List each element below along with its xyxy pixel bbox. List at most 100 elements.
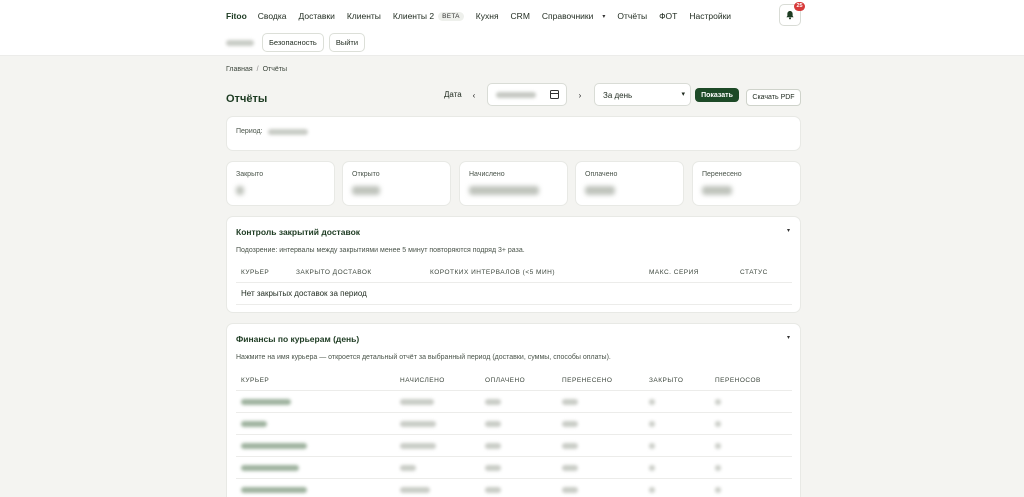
bell-icon xyxy=(786,10,794,20)
cell-redacted xyxy=(400,421,436,427)
column-header: МАКС. СЕРИЯ xyxy=(649,269,700,276)
cell-redacted xyxy=(485,399,501,405)
breadcrumb-separator: / xyxy=(256,66,259,73)
chevron-down-icon: ▾ xyxy=(602,13,606,20)
stat-card-closed: Закрыто xyxy=(226,161,335,206)
cell-redacted xyxy=(562,421,578,427)
column-header: ПЕРЕНОСОВ xyxy=(715,377,761,384)
cell-redacted xyxy=(400,465,416,471)
breadcrumb-home[interactable]: Главная xyxy=(226,66,253,73)
top-navbar: Fitoo Сводка Доставки Клиенты Клиенты 2 … xyxy=(0,0,1024,56)
table-row xyxy=(227,479,800,497)
stat-card-paid: Оплачено xyxy=(575,161,684,206)
nav-item-clients-2-label: Клиенты 2 xyxy=(392,11,435,21)
cell-redacted xyxy=(649,443,655,449)
courier-name-link-redacted[interactable] xyxy=(241,421,267,427)
date-label: Дата xyxy=(444,90,462,99)
nav-item-directories[interactable]: Справочники ▾ xyxy=(542,11,606,21)
prev-date-button[interactable]: ‹ xyxy=(467,88,481,102)
stat-label: Закрыто xyxy=(236,171,264,178)
brand-logo[interactable]: Fitoo xyxy=(226,11,247,21)
stat-card-open: Открыто xyxy=(342,161,451,206)
table-row xyxy=(227,435,800,457)
cell-redacted xyxy=(715,465,721,471)
main-nav: Fitoo Сводка Доставки Клиенты Клиенты 2 … xyxy=(226,10,743,22)
period-select[interactable]: За день ▾ xyxy=(594,83,691,106)
cell-redacted xyxy=(715,399,721,405)
date-input[interactable] xyxy=(487,83,567,106)
cell-redacted xyxy=(649,487,655,493)
column-header: ЗАКРЫТО ДОСТАВОК xyxy=(296,269,372,276)
courier-name-link-redacted[interactable] xyxy=(241,443,307,449)
user-name-redacted xyxy=(226,39,254,46)
notification-count-badge: 25 xyxy=(794,2,805,11)
show-button[interactable]: Показать xyxy=(695,88,739,102)
stat-label: Открыто xyxy=(352,171,380,178)
column-header: НАЧИСЛЕНО xyxy=(400,377,445,384)
nav-item-crm[interactable]: CRM xyxy=(511,11,530,21)
nav-item-reports[interactable]: Отчёты xyxy=(617,11,647,21)
stat-value-redacted xyxy=(236,186,244,195)
cell-redacted xyxy=(485,465,501,471)
cell-redacted xyxy=(715,443,721,449)
user-menu: Безопасность Выйти xyxy=(226,33,370,52)
courier-name-link-redacted[interactable] xyxy=(241,399,291,405)
empty-state-text: Нет закрытых доставок за период xyxy=(241,289,367,298)
next-date-button[interactable]: › xyxy=(573,88,587,102)
calendar-icon[interactable] xyxy=(550,90,559,99)
cell-redacted xyxy=(715,421,721,427)
cell-redacted xyxy=(715,487,721,493)
nav-item-settings[interactable]: Настройки xyxy=(689,11,731,21)
column-header: КУРЬЕР xyxy=(241,377,270,384)
column-header: СТАТУС xyxy=(740,269,768,276)
cell-redacted xyxy=(485,443,501,449)
collapse-toggle-icon[interactable]: ▾ xyxy=(787,227,790,234)
nav-item-kitchen[interactable]: Кухня xyxy=(476,11,499,21)
closing-control-card: Контроль закрытий доставок ▾ Подозрение:… xyxy=(226,216,801,313)
section-note: Нажмите на имя курьера — откроется детал… xyxy=(236,354,611,361)
period-value-redacted xyxy=(268,129,308,135)
column-header: ОПЛАЧЕНО xyxy=(485,377,526,384)
cell-redacted xyxy=(649,421,655,427)
nav-item-deliveries[interactable]: Доставки xyxy=(298,11,334,21)
cell-redacted xyxy=(485,421,501,427)
table-row xyxy=(227,391,800,413)
nav-item-clients-2[interactable]: Клиенты 2 BETA xyxy=(393,11,464,21)
column-header: КУРЬЕР xyxy=(241,269,270,276)
divider xyxy=(236,282,792,283)
column-header: ПЕРЕНЕСЕНО xyxy=(562,377,613,384)
collapse-toggle-icon[interactable]: ▾ xyxy=(787,334,790,341)
page-title: Отчёты xyxy=(226,93,268,105)
breadcrumb-current: Отчёты xyxy=(262,66,288,73)
notifications-button[interactable]: 25 xyxy=(779,2,805,26)
download-pdf-button[interactable]: Скачать PDF xyxy=(746,89,801,106)
logout-button[interactable]: Выйти xyxy=(328,33,366,52)
stat-label: Перенесено xyxy=(702,171,742,178)
cell-redacted xyxy=(649,465,655,471)
nav-item-payroll[interactable]: ФОТ xyxy=(659,11,677,21)
courier-name-link-redacted[interactable] xyxy=(241,465,299,471)
section-title: Финансы по курьерам (день) xyxy=(236,334,360,344)
stat-value-redacted xyxy=(702,186,732,195)
security-button[interactable]: Безопасность xyxy=(262,33,324,52)
period-label: Период: xyxy=(236,128,263,135)
beta-badge: BETA xyxy=(438,11,464,21)
divider xyxy=(236,304,792,305)
period-card: Период: xyxy=(226,116,801,151)
courier-finance-card: Финансы по курьерам (день) ▾ Нажмите на … xyxy=(226,323,801,497)
nav-item-clients[interactable]: Клиенты xyxy=(347,11,381,21)
stat-value-redacted xyxy=(585,186,615,195)
chevron-down-icon: ▾ xyxy=(681,91,685,98)
cell-redacted xyxy=(562,487,578,493)
courier-name-link-redacted[interactable] xyxy=(241,487,307,493)
stat-value-redacted xyxy=(469,186,539,195)
cell-redacted xyxy=(400,443,436,449)
nav-item-summary[interactable]: Сводка xyxy=(258,11,287,21)
stat-label: Оплачено xyxy=(585,171,618,178)
column-header: ЗАКРЫТО xyxy=(649,377,684,384)
cell-redacted xyxy=(400,487,430,493)
table-row xyxy=(227,457,800,479)
nav-item-directories-label: Справочники xyxy=(541,11,594,21)
stat-label: Начислено xyxy=(469,171,505,178)
section-title: Контроль закрытий доставок xyxy=(236,227,361,237)
